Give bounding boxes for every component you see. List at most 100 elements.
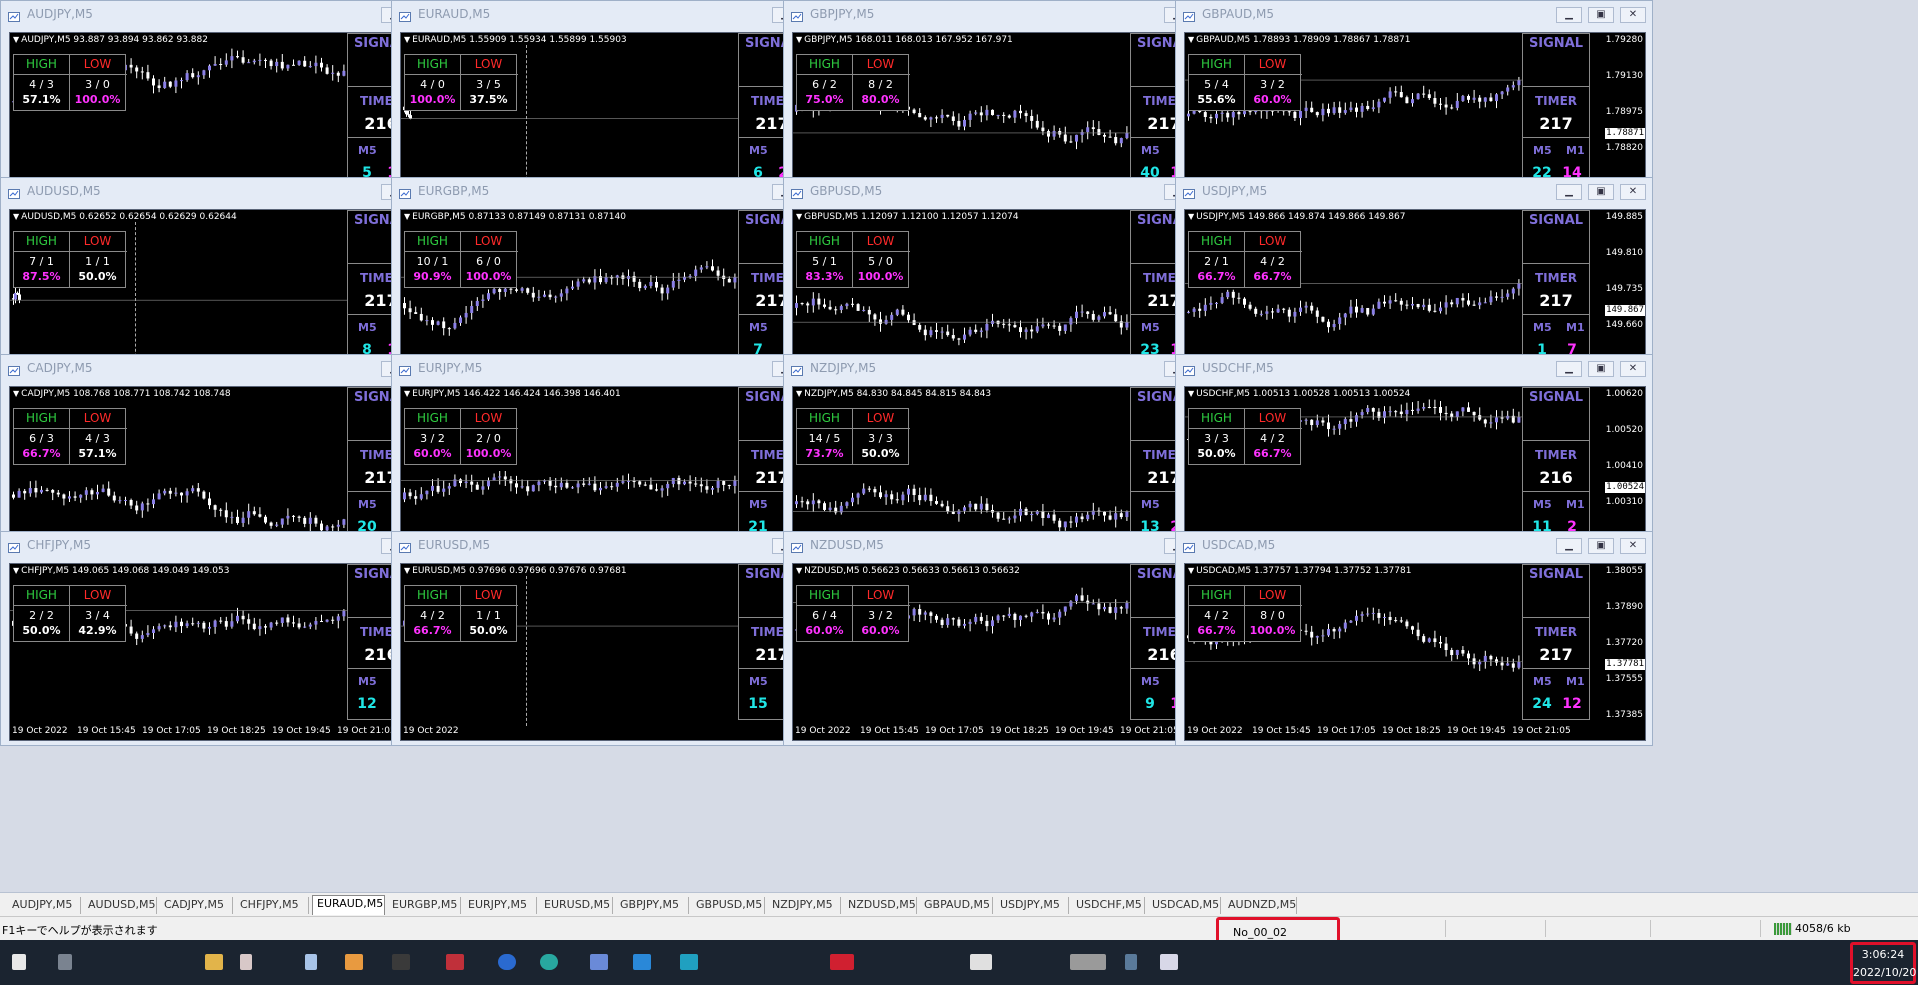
chart-tab[interactable]: EURGBP,M5 bbox=[388, 897, 461, 914]
folder-icon[interactable] bbox=[205, 954, 223, 970]
chart-tab[interactable]: USDJPY,M5 bbox=[996, 897, 1069, 914]
low-stats: LOW 3 / 4 42.9% bbox=[70, 586, 126, 642]
dropdown-triangle-icon[interactable]: ▼ bbox=[404, 212, 410, 221]
candle-body bbox=[1411, 303, 1414, 306]
symbol-quote: GBPAUD,M5 1.78893 1.78909 1.78867 1.7887… bbox=[1196, 35, 1411, 45]
candle-body bbox=[851, 303, 854, 305]
app-icon[interactable] bbox=[680, 954, 698, 970]
candle-body bbox=[1287, 309, 1291, 317]
candle-body bbox=[1108, 515, 1112, 520]
search-icon[interactable] bbox=[58, 954, 72, 970]
price-tick: 1.37720 bbox=[1605, 638, 1643, 648]
m5-label: M5 bbox=[358, 498, 377, 511]
dropdown-triangle-icon[interactable]: ▼ bbox=[796, 566, 802, 575]
close-button[interactable]: ✕ bbox=[1620, 184, 1646, 200]
chart-tab[interactable]: CHFJPY,M5 bbox=[236, 897, 309, 914]
price-scale[interactable]: 1.38055 1.37890 1.37720 1.37555 1.37385 bbox=[1589, 564, 1645, 724]
maximize-button[interactable]: ▣ bbox=[1588, 184, 1614, 200]
app-icon[interactable] bbox=[305, 954, 317, 970]
maximize-button[interactable]: ▣ bbox=[1588, 538, 1614, 554]
app-icon[interactable] bbox=[830, 954, 854, 970]
window-title: CADJPY,M5 bbox=[27, 361, 93, 375]
chart-tab[interactable]: USDCAD,M5 bbox=[1148, 897, 1221, 914]
chart-tab[interactable]: EURUSD,M5 bbox=[540, 897, 613, 914]
candle-body bbox=[236, 516, 239, 523]
dropdown-triangle-icon[interactable]: ▼ bbox=[13, 389, 19, 398]
candle-body bbox=[1427, 407, 1431, 408]
system-clock[interactable]: 3:06:24 2022/10/20 bbox=[1850, 942, 1916, 984]
dropdown-triangle-icon[interactable]: ▼ bbox=[13, 35, 19, 44]
app-icon[interactable] bbox=[1070, 954, 1106, 970]
maximize-button[interactable]: ▣ bbox=[1588, 7, 1614, 23]
close-button[interactable]: ✕ bbox=[1620, 538, 1646, 554]
candle-body bbox=[1119, 513, 1123, 518]
chart-tab[interactable]: GBPJPY,M5 bbox=[616, 897, 689, 914]
chart-tab[interactable]: GBPUSD,M5 bbox=[692, 897, 765, 914]
signal-label: SIGNAL bbox=[1528, 213, 1584, 228]
close-button[interactable]: ✕ bbox=[1620, 361, 1646, 377]
candle-body bbox=[884, 494, 888, 498]
chart-window[interactable]: USDCAD,M5 ▁ ▣ ✕ ▼ USDCAD,M5 1.37757 1.37794 1… bbox=[1175, 531, 1653, 746]
chart-tab[interactable]: EURJPY,M5 bbox=[464, 897, 537, 914]
minimize-button[interactable]: ▁ bbox=[1556, 538, 1582, 554]
browser-icon[interactable] bbox=[540, 954, 558, 970]
window-titlebar[interactable]: USDJPY,M5 ▁ ▣ ✕ bbox=[1176, 178, 1652, 206]
price-scale[interactable]: 1.792801.791301.789751.788201.78670 bbox=[1589, 33, 1645, 193]
high-low-panel: HIGH 6 / 2 75.0% LOW 8 / 2 80.0% bbox=[796, 54, 910, 111]
candle-body bbox=[336, 72, 340, 76]
dropdown-triangle-icon[interactable]: ▼ bbox=[13, 566, 19, 575]
dropdown-triangle-icon[interactable]: ▼ bbox=[1188, 566, 1194, 575]
price-chart[interactable]: ▼ USDCAD,M5 1.37757 1.37794 1.37752 1.377… bbox=[1184, 563, 1646, 741]
maximize-button[interactable]: ▣ bbox=[1588, 361, 1614, 377]
price-tick: 149.735 bbox=[1605, 284, 1643, 294]
chart-tab[interactable]: CADJPY,M5 bbox=[160, 897, 233, 914]
chart-tab[interactable]: EURAUD,M5 bbox=[312, 895, 385, 915]
low-label: LOW bbox=[866, 57, 895, 71]
high-low-panel: HIGH 2 / 1 66.7% LOW 4 / 2 66.7% bbox=[1188, 231, 1302, 288]
window-titlebar[interactable]: USDCAD,M5 ▁ ▣ ✕ bbox=[1176, 532, 1652, 560]
app-icon[interactable] bbox=[1160, 954, 1178, 970]
app-icon[interactable] bbox=[633, 954, 651, 970]
minimize-button[interactable]: ▁ bbox=[1556, 361, 1582, 377]
dropdown-triangle-icon[interactable]: ▼ bbox=[13, 212, 19, 221]
dropdown-triangle-icon[interactable]: ▼ bbox=[796, 35, 802, 44]
chart-tab[interactable]: AUDUSD,M5 bbox=[84, 897, 157, 914]
app-icon[interactable] bbox=[240, 954, 252, 970]
browser-icon[interactable] bbox=[498, 954, 516, 970]
chart-tab[interactable]: USDCHF,M5 bbox=[1072, 897, 1145, 914]
window-titlebar[interactable]: GBPAUD,M5 ▁ ▣ ✕ bbox=[1176, 1, 1652, 29]
panel-divider bbox=[797, 428, 910, 429]
dropdown-triangle-icon[interactable]: ▼ bbox=[404, 389, 410, 398]
dropdown-triangle-icon[interactable]: ▼ bbox=[1188, 212, 1194, 221]
dropdown-triangle-icon[interactable]: ▼ bbox=[796, 212, 802, 221]
start-icon[interactable] bbox=[12, 954, 26, 970]
app-icon[interactable] bbox=[345, 954, 363, 970]
app-icon[interactable] bbox=[392, 954, 410, 970]
minimize-button[interactable]: ▁ bbox=[1556, 7, 1582, 23]
dropdown-triangle-icon[interactable]: ▼ bbox=[404, 566, 410, 575]
chart-tab[interactable]: AUDJPY,M5 bbox=[8, 897, 81, 914]
chart-tab[interactable]: NZDJPY,M5 bbox=[768, 897, 841, 914]
candle-body bbox=[1411, 99, 1414, 104]
low-label: LOW bbox=[83, 588, 112, 602]
dropdown-triangle-icon[interactable]: ▼ bbox=[1188, 389, 1194, 398]
app-icon[interactable] bbox=[1125, 954, 1137, 970]
minimize-button[interactable]: ▁ bbox=[1556, 184, 1582, 200]
app-icon[interactable] bbox=[590, 954, 608, 970]
candle-body bbox=[1349, 419, 1353, 422]
window-titlebar[interactable]: USDCHF,M5 ▁ ▣ ✕ bbox=[1176, 355, 1652, 383]
candle-body bbox=[1019, 508, 1022, 516]
price-scale[interactable]: 149.885149.810149.735149.660149.585 bbox=[1589, 210, 1645, 370]
chart-tab[interactable]: GBPAUD,M5 bbox=[920, 897, 993, 914]
chart-tab[interactable]: NZDUSD,M5 bbox=[844, 897, 917, 914]
dropdown-triangle-icon[interactable]: ▼ bbox=[1188, 35, 1194, 44]
app-icon[interactable] bbox=[446, 954, 464, 970]
dropdown-triangle-icon[interactable]: ▼ bbox=[796, 389, 802, 398]
candle-body bbox=[308, 66, 312, 68]
chart-tab[interactable]: AUDNZD,M5 bbox=[1224, 897, 1297, 914]
price-scale[interactable]: 1.006201.005201.004101.003101.00200 bbox=[1589, 387, 1645, 547]
candle-body bbox=[1511, 85, 1515, 88]
close-button[interactable]: ✕ bbox=[1620, 7, 1646, 23]
dropdown-triangle-icon[interactable]: ▼ bbox=[404, 35, 410, 44]
app-icon[interactable] bbox=[970, 954, 992, 970]
